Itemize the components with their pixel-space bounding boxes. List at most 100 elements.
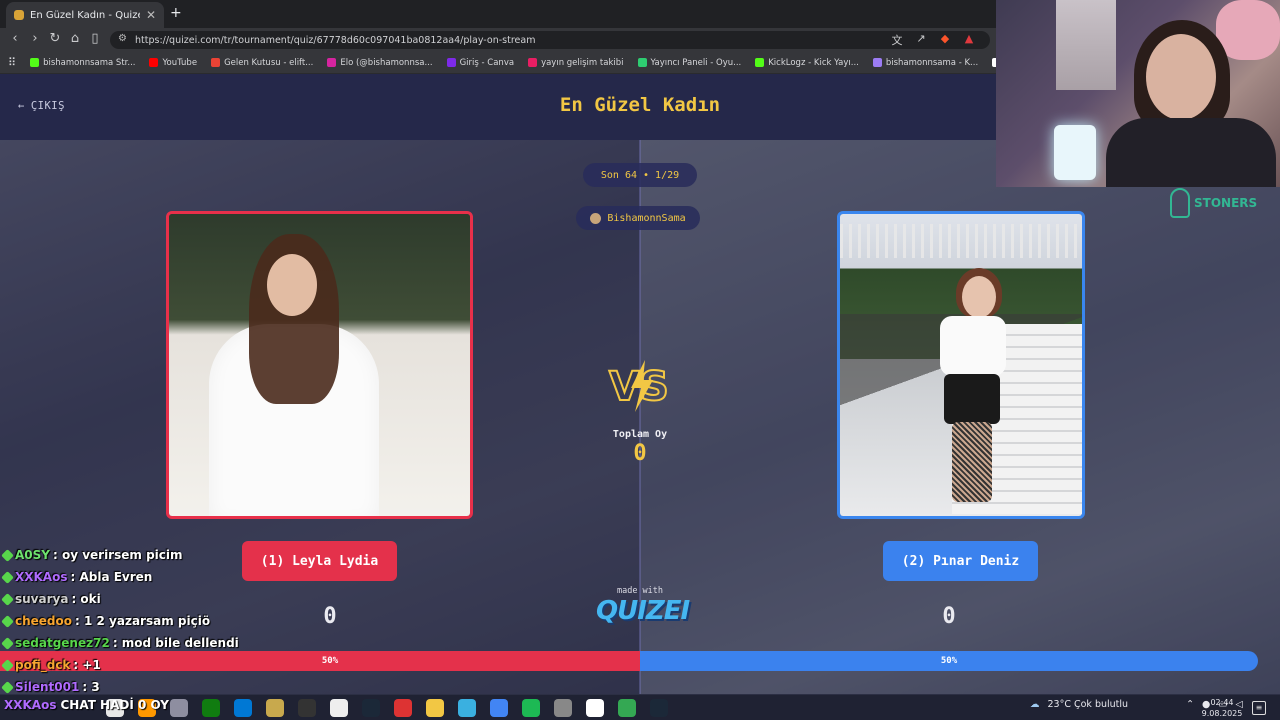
streamer-avatar xyxy=(590,212,602,224)
bookmark-icon[interactable]: ▯ xyxy=(86,31,104,46)
bookmark-item[interactable]: bishamonnsama - K... xyxy=(872,57,979,68)
chat-message: sedatgenez72: mod bile dellendi xyxy=(1,632,263,654)
chat-overlay: A0SY: oy verirsem picim XXKAos: Abla Evre… xyxy=(1,544,263,698)
bookmark-item[interactable]: bishamonnsama Str... xyxy=(30,58,135,68)
bookmark-label: bishamonnsama - K... xyxy=(885,57,979,68)
vote-left-button[interactable]: (1) Leyla Lydia xyxy=(242,541,397,581)
chat-last-message: CHAT HADİ 0 OY xyxy=(60,698,169,712)
app-icon-12[interactable] xyxy=(458,699,476,717)
url-field[interactable]: ⚙ https://quizei.com/tr/tournament/quiz/… xyxy=(110,31,990,49)
steam-2-icon[interactable] xyxy=(650,699,668,717)
brand-overlay: STONERS xyxy=(1170,188,1257,218)
bookmark-favicon-icon xyxy=(327,58,337,67)
tray-chevron-icon[interactable]: ⌃ xyxy=(1186,699,1194,710)
game-icon[interactable] xyxy=(266,699,284,717)
site-info-icon[interactable]: ⚙ xyxy=(118,33,127,44)
quizei-favicon-icon xyxy=(14,10,24,20)
candidate-card-left[interactable] xyxy=(166,211,473,519)
chat-text: : 3 xyxy=(82,680,100,694)
left-percent-label: 50% xyxy=(321,656,339,666)
vote-right-button[interactable]: (2) Pınar Deniz xyxy=(883,541,1038,581)
store-icon[interactable] xyxy=(234,699,252,717)
chat-text: : oy verirsem picim xyxy=(52,548,183,562)
apps-icon[interactable]: ⠿ xyxy=(8,56,16,69)
new-tab-button[interactable]: + xyxy=(170,5,182,21)
xbox-icon[interactable] xyxy=(202,699,220,717)
chat-username: XXKAos xyxy=(15,570,68,584)
chat-text: : oki xyxy=(71,592,101,606)
browser-tab[interactable]: En Güzel Kadın - Quizei ✕ xyxy=(6,2,164,28)
chat-text: : 1 2 yazarsam piçiö xyxy=(75,614,211,628)
system-clock[interactable]: 02:44 9.08.2025 xyxy=(1200,697,1244,719)
bookmark-favicon-icon xyxy=(149,58,159,67)
total-votes-label: Toplam Oy xyxy=(612,429,668,440)
chat-username: sedatgenez72 xyxy=(15,636,110,650)
steam-icon[interactable] xyxy=(362,699,380,717)
chat-message: cheedoo: 1 2 yazarsam piçiö xyxy=(1,610,263,632)
bookmark-favicon-icon xyxy=(30,58,40,67)
chat-message: A0SY: oy verirsem picim xyxy=(1,544,263,566)
chat-username: A0SY xyxy=(15,548,50,562)
left-vote-count: 0 xyxy=(323,604,337,629)
app-icon-10[interactable] xyxy=(394,699,412,717)
bookmark-favicon-icon xyxy=(872,58,882,67)
app-icon-3[interactable] xyxy=(170,699,188,717)
spotify-icon[interactable] xyxy=(522,699,540,717)
candidate-photo-right xyxy=(840,214,1082,516)
app-icon-15[interactable] xyxy=(554,699,572,717)
brave-rewards-icon[interactable]: ▲ xyxy=(962,32,976,46)
candidate-card-right[interactable] xyxy=(837,211,1085,519)
notification-icon[interactable]: ≡ xyxy=(1252,701,1266,715)
chat-message: pofi_dck: +1 xyxy=(1,654,263,676)
chrome-icon[interactable] xyxy=(490,699,508,717)
chat-badge-icon xyxy=(1,592,14,606)
round-text: Son 64 • 1/29 xyxy=(600,169,680,181)
share-icon[interactable]: ↗ xyxy=(914,32,928,46)
weather-text[interactable]: 23°C Çok bulutlu xyxy=(1048,699,1129,710)
bookmark-label: KickLogz - Kick Yayı... xyxy=(768,57,859,68)
exit-button[interactable]: ← ÇIKIŞ xyxy=(18,100,65,112)
chat-username: cheedoo xyxy=(15,614,73,628)
notion-icon[interactable] xyxy=(586,699,604,717)
address-bar-icons: 文 ↗ ◆ ▲ xyxy=(890,32,976,47)
brave-shield-icon[interactable]: ◆ xyxy=(938,32,952,46)
bookmark-favicon-icon xyxy=(637,58,647,67)
weather-icon[interactable]: ☁ xyxy=(1030,699,1040,710)
quizei-logo: QUIZEI xyxy=(596,596,690,626)
brand-icon xyxy=(1170,188,1190,218)
bookmark-favicon-icon xyxy=(446,58,456,67)
chrome-2-icon[interactable] xyxy=(618,699,636,717)
chat-text: : mod bile dellendi xyxy=(112,636,239,650)
epic-games-icon[interactable] xyxy=(298,699,316,717)
obs-icon[interactable] xyxy=(330,699,348,717)
home-icon[interactable]: ⌂ xyxy=(66,31,84,46)
bookmark-item[interactable]: Elo (@bishamonnsa... xyxy=(327,58,433,68)
back-icon[interactable]: ‹ xyxy=(6,31,24,46)
made-with-label: made with xyxy=(616,586,664,596)
clock-date: 9.08.2025 xyxy=(1201,709,1243,718)
bookmark-item[interactable]: KickLogz - Kick Yayı... xyxy=(755,58,859,68)
forward-icon[interactable]: › xyxy=(26,31,44,46)
bookmark-item[interactable]: YouTube xyxy=(149,58,197,68)
chat-username: Silent001 xyxy=(15,680,80,694)
bookmark-item[interactable]: Gelen Kutusu - elift... xyxy=(211,58,313,68)
reload-icon[interactable]: ↻ xyxy=(46,31,64,46)
app-icon-11[interactable] xyxy=(426,699,444,717)
url-text: https://quizei.com/tr/tournament/quiz/67… xyxy=(135,34,536,46)
translate-icon[interactable]: 文 xyxy=(890,32,904,47)
chat-username: pofi_dck xyxy=(15,658,71,672)
right-percent-label: 50% xyxy=(940,656,958,666)
bookmark-item[interactable]: yayın gelişim takibi xyxy=(528,58,624,68)
made-with-quizei[interactable]: made with QUIZEI xyxy=(596,586,690,626)
exit-label: ÇIKIŞ xyxy=(30,100,65,112)
bookmark-label: Gelen Kutusu - elift... xyxy=(224,57,314,68)
bookmark-favicon-icon xyxy=(211,58,221,67)
bookmark-favicon-icon xyxy=(528,58,538,67)
webcam-overlay xyxy=(996,0,1280,187)
taskbar-apps xyxy=(106,699,668,717)
bookmark-item[interactable]: Giriş - Canva xyxy=(446,58,514,68)
bookmark-item[interactable]: Yayıncı Paneli - Oyu... xyxy=(637,58,741,68)
tab-close-icon[interactable]: ✕ xyxy=(146,8,156,22)
chat-last-user: XXKAos xyxy=(4,698,57,712)
versus-icon: VS xyxy=(608,360,670,412)
